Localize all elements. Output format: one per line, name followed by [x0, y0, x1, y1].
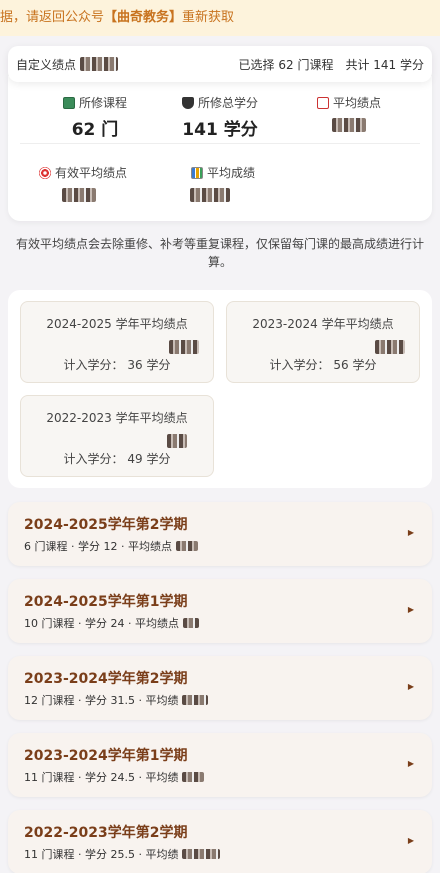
triangle-right-icon: ▶ [407, 682, 414, 691]
term-card-2024-2025-1[interactable]: 2024-2025学年第1学期 10 门课程 · 学分 24 · 平均绩点 ▶ [8, 579, 432, 643]
year-box-2022-2023[interactable]: 2022-2023 学年平均绩点 计入学分： 49 学分 [20, 395, 214, 477]
custom-gpa-value-redacted [80, 57, 119, 71]
stat-gpa-value-redacted [332, 118, 366, 132]
stat-credits: 所修总学分 141 学分 [155, 94, 285, 140]
triangle-right-icon: ▶ [407, 759, 414, 768]
banner-suffix: 重新获取 [182, 10, 235, 25]
stat-avg-score-value-redacted [190, 188, 230, 202]
target-icon [38, 166, 51, 179]
stat-courses-label: 所修课程 [78, 96, 127, 110]
stat-courses-value: 62 门 [71, 120, 119, 140]
banner-highlight: 【曲奇教务】 [104, 10, 183, 25]
effective-gpa-note: 有效平均绩点会去除重修、补考等重复课程，仅保留每门课的最高成绩进行计算。 [15, 237, 424, 269]
year-title: 2024-2025 学年平均绩点 [46, 317, 188, 331]
year-box-2023-2024[interactable]: 2023-2024 学年平均绩点 计入学分： 56 学分 [226, 301, 420, 383]
year-credits: 计入学分： 49 学分 [63, 452, 171, 466]
term-gpa-redacted [182, 772, 205, 782]
stats-card: 所修课程 62 门 所修总学分 141 学分 平均绩点 有效平均绩点 平均成绩 [8, 76, 432, 221]
year-gpa-redacted [375, 339, 405, 354]
custom-gpa-label: 自定义绩点 [16, 57, 77, 72]
term-meta: 11 门课程 · 学分 24.5 · 平均绩 [24, 771, 179, 784]
term-card-2024-2025-2[interactable]: 2024-2025学年第2学期 6 门课程 · 学分 12 · 平均绩点 ▶ [8, 502, 432, 566]
term-name: 2022-2023学年第2学期 [24, 825, 188, 841]
banner-prefix: 据，请返回公众号 [0, 10, 105, 25]
chart-icon [316, 96, 329, 109]
term-meta: 6 门课程 · 学分 12 · 平均绩点 [24, 540, 172, 553]
bar-chart-icon [190, 166, 203, 179]
year-gpa-redacted [167, 433, 187, 448]
term-meta: 12 门课程 · 学分 31.5 · 平均绩 [24, 694, 179, 707]
term-name: 2024-2025学年第1学期 [24, 594, 188, 610]
term-name: 2024-2025学年第2学期 [24, 517, 188, 533]
triangle-right-icon: ▶ [407, 528, 414, 537]
term-meta: 11 门课程 · 学分 25.5 · 平均绩 [24, 848, 179, 861]
term-meta: 10 门课程 · 学分 24 · 平均绩点 [24, 617, 179, 630]
year-title: 2023-2024 学年平均绩点 [252, 317, 394, 331]
year-credits: 计入学分： 36 学分 [63, 358, 171, 372]
year-credits: 计入学分： 56 学分 [269, 358, 377, 372]
stat-effective-gpa-label: 有效平均绩点 [54, 166, 127, 180]
selection-summary-bar[interactable]: 自定义绩点 已选择 62 门课程 共计 141 学分 [8, 46, 432, 82]
stat-effective-gpa-value-redacted [62, 188, 96, 202]
term-name: 2023-2024学年第2学期 [24, 671, 188, 687]
stat-avg-score: 平均成绩 [158, 164, 288, 205]
graduation-cap-icon [181, 96, 194, 109]
year-box-2024-2025[interactable]: 2024-2025 学年平均绩点 计入学分： 36 学分 [20, 301, 214, 383]
term-gpa-redacted [182, 618, 199, 628]
stat-avg-score-label: 平均成绩 [206, 166, 255, 180]
selected-courses-count: 已选择 62 门课程 [238, 57, 334, 72]
total-credits: 共计 141 学分 [345, 57, 424, 72]
triangle-right-icon: ▶ [407, 836, 414, 845]
year-gpa-redacted [169, 339, 199, 354]
stat-credits-value: 141 学分 [182, 120, 258, 140]
term-gpa-redacted [182, 849, 221, 859]
notice-banner: 据，请返回公众号【曲奇教务】重新获取 [0, 0, 440, 36]
stats-divider [20, 143, 420, 144]
year-gpa-card: 2024-2025 学年平均绩点 计入学分： 36 学分 2023-2024 学… [8, 290, 432, 488]
stat-effective-gpa: 有效平均绩点 [18, 164, 148, 205]
triangle-right-icon: ▶ [407, 605, 414, 614]
year-title: 2022-2023 学年平均绩点 [46, 411, 188, 425]
stat-gpa: 平均绩点 [284, 94, 414, 135]
stat-gpa-label: 平均绩点 [332, 96, 381, 110]
term-gpa-redacted [182, 695, 209, 705]
book-icon [62, 96, 75, 109]
term-card-2023-2024-2[interactable]: 2023-2024学年第2学期 12 门课程 · 学分 31.5 · 平均绩 ▶ [8, 656, 432, 720]
stat-courses: 所修课程 62 门 [30, 94, 160, 140]
stat-credits-label: 所修总学分 [197, 96, 258, 110]
term-name: 2023-2024学年第1学期 [24, 748, 188, 764]
term-card-2023-2024-1[interactable]: 2023-2024学年第1学期 11 门课程 · 学分 24.5 · 平均绩 ▶ [8, 733, 432, 797]
term-gpa-redacted [175, 541, 198, 551]
term-card-2022-2023-2[interactable]: 2022-2023学年第2学期 11 门课程 · 学分 25.5 · 平均绩 ▶ [8, 810, 432, 873]
